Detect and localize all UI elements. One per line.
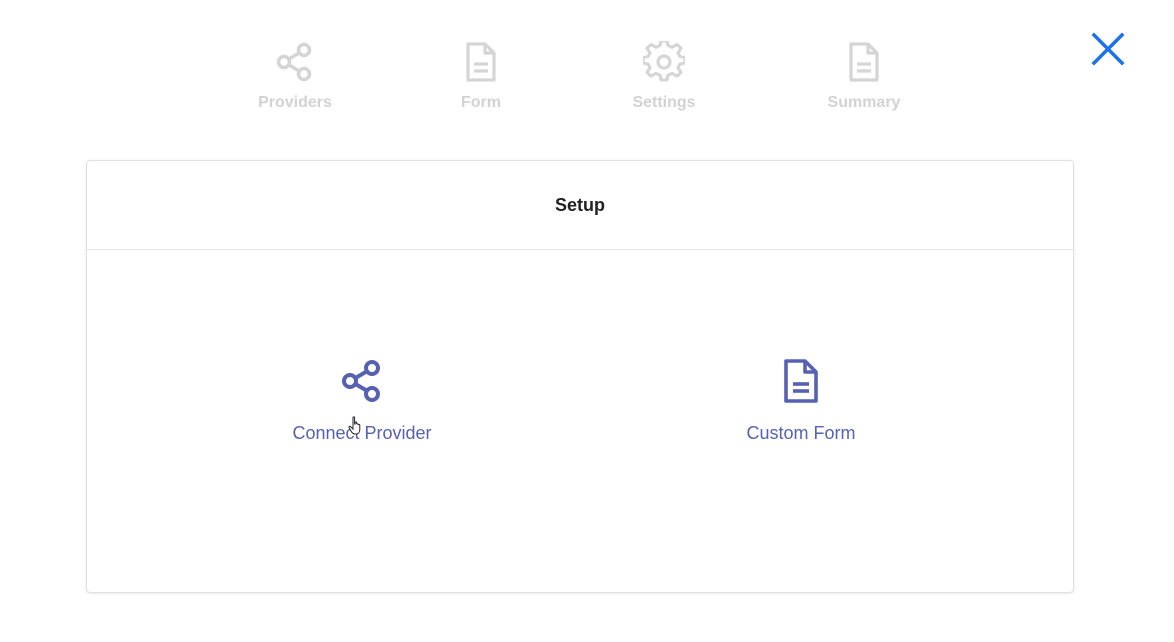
step-label: Providers <box>258 94 332 111</box>
gear-icon <box>643 41 685 82</box>
card-header: Setup <box>87 161 1073 250</box>
card-title: Setup <box>554 194 605 215</box>
step-providers[interactable]: Providers <box>235 40 355 112</box>
step-label: Settings <box>632 94 696 111</box>
custom-form-option[interactable]: Custom Form <box>691 357 911 444</box>
setup-card: Setup Connect Provider Custom Form <box>86 160 1074 593</box>
step-summary[interactable]: Summary <box>804 40 924 112</box>
document-icon <box>466 42 496 82</box>
document-icon <box>784 359 818 403</box>
connect-provider-label: Connect Provider <box>292 423 432 443</box>
close-button[interactable] <box>1088 29 1128 69</box>
document-icon <box>849 42 879 82</box>
step-settings[interactable]: Settings <box>604 40 724 112</box>
close-icon <box>1091 32 1125 66</box>
wizard-page: Providers Form Settings Summary Setup Co… <box>0 0 1174 642</box>
step-label: Form <box>461 94 501 111</box>
custom-form-label: Custom Form <box>746 423 856 443</box>
step-label: Summary <box>827 94 901 111</box>
share-icon <box>342 360 380 402</box>
step-form[interactable]: Form <box>421 40 541 112</box>
connect-provider-option[interactable]: Connect Provider <box>252 357 472 444</box>
share-icon <box>276 42 312 82</box>
